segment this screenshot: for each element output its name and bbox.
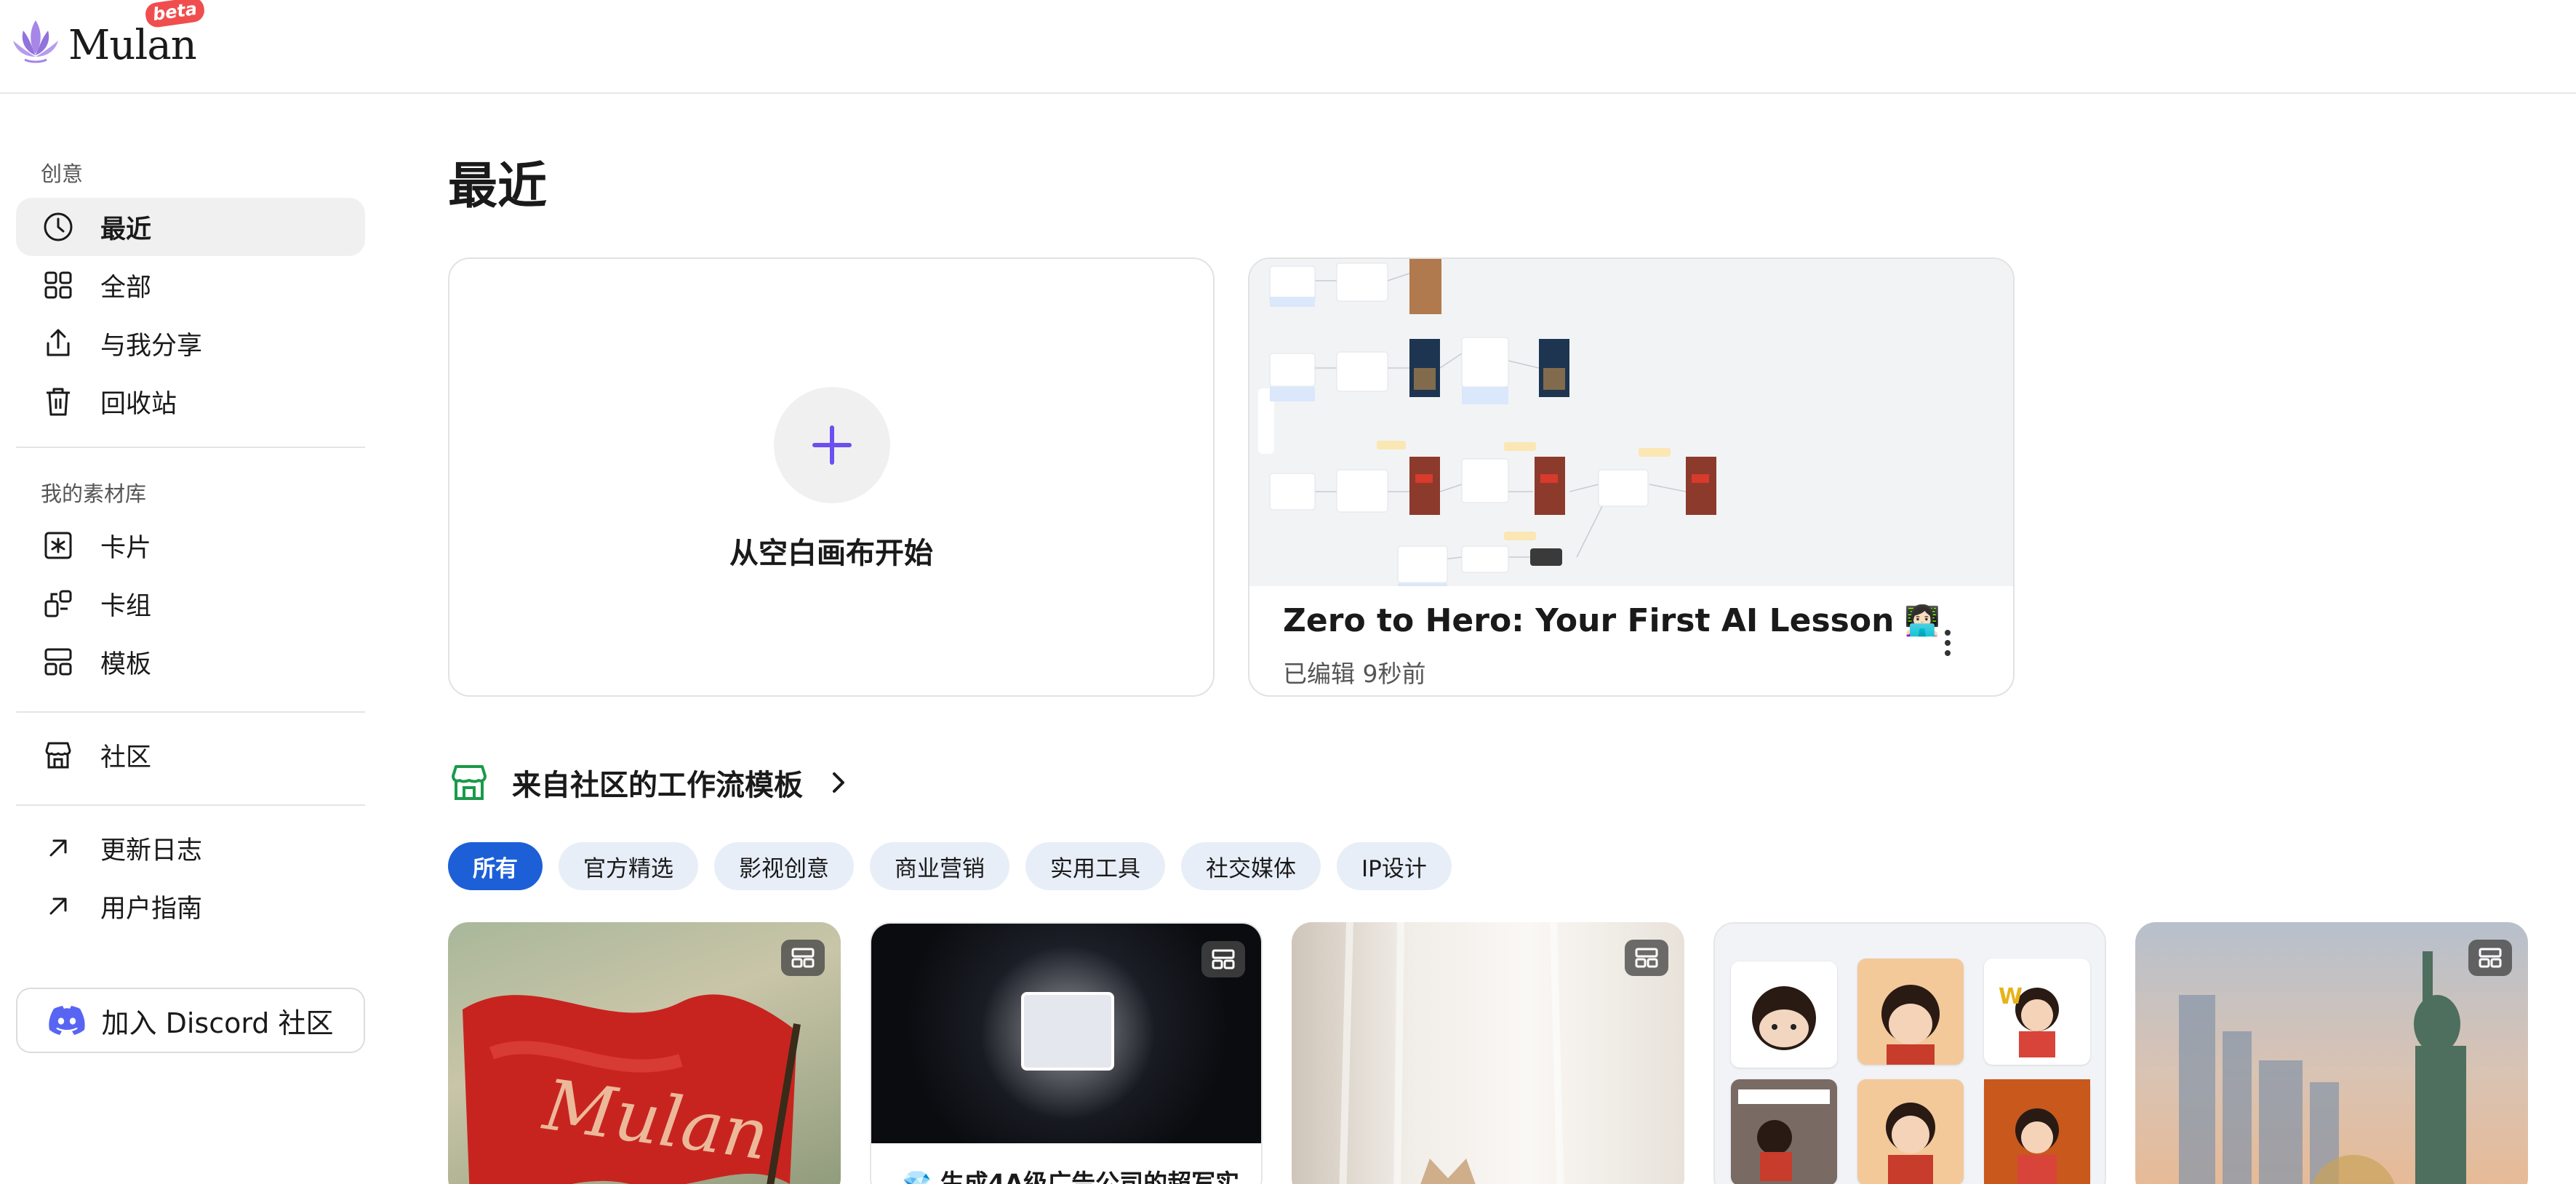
sidebar-item-cards[interactable]: 卡片 [16,516,365,575]
chip-ip-design[interactable]: IP设计 [1337,842,1452,890]
template-card-flag[interactable]: Mulan [448,922,841,1184]
sidebar-divider [16,447,365,448]
template-badge-icon [1201,941,1245,977]
chip-marketing[interactable]: 商业营销 [870,842,1009,890]
template-caption: 💎 生成4A级广告公司的超写实 [902,1169,1240,1184]
project-thumbnail [1249,259,2013,586]
project-title: Zero to Hero: Your First AI Lesson 👩🏻‍💻 [1283,602,1940,639]
sidebar-item-label: 社区 [100,743,152,772]
new-blank-canvas-card[interactable]: 从空白画布开始 [448,257,1215,697]
template-card-comics[interactable]: W [1713,922,2106,1184]
clock-icon [41,209,76,244]
lotus-logo-icon [13,20,58,63]
template-icon [41,644,76,679]
section-label-create: 创意 [41,161,84,186]
project-title-text: Zero to Hero: Your First AI Lesson [1283,602,1895,639]
page-title: 最近 [448,158,548,215]
community-templates-header[interactable]: 来自社区的工作流模板 [448,761,849,804]
sidebar-item-all[interactable]: 全部 [16,256,365,314]
plus-button[interactable] [774,387,890,503]
template-badge-icon [781,940,825,976]
sidebar-item-label: 卡片 [100,533,152,563]
chevron-right-icon [833,772,844,793]
card-asterisk-icon [41,528,76,563]
sidebar-item-label: 更新日志 [100,836,203,865]
sidebar-item-recent[interactable]: 最近 [16,198,365,256]
template-card-statue-of-liberty[interactable] [2135,922,2528,1184]
comic-tile [1984,1079,2090,1184]
discord-button-label: 加入 Discord 社区 [101,1007,334,1039]
sidebar-item-label: 回收站 [100,389,177,419]
comic-tile [1731,961,1837,1068]
discord-icon [48,1006,85,1035]
category-filter-chips: 所有 官方精选 影视创意 商业营销 实用工具 社交媒体 IP设计 [448,842,1452,890]
community-store-icon [452,765,487,800]
workflow-preview-image [1249,259,2013,586]
join-discord-button[interactable]: 加入 Discord 社区 [16,988,365,1053]
arrow-up-right-icon [41,889,76,924]
sidebar-item-trash[interactable]: 回收站 [16,372,365,431]
top-bar: Mulan beta [0,0,2576,94]
more-options-button[interactable] [1933,621,1962,665]
more-vertical-icon [1945,630,1951,656]
app-name: Mulan [68,21,197,69]
project-edited-time: 已编辑 9秒前 [1283,660,1426,688]
sidebar-divider [16,711,365,713]
sidebar-item-shared[interactable]: 与我分享 [16,314,365,372]
comic-tile [1731,1079,1837,1184]
comic-tile [1857,959,1964,1065]
sidebar-divider [16,804,365,806]
sidebar-item-label: 卡组 [100,591,152,621]
chip-all[interactable]: 所有 [448,842,543,890]
card-group-icon [41,586,76,621]
plus-icon [812,425,852,465]
beta-badge: beta [144,0,207,29]
project-card[interactable]: Zero to Hero: Your First AI Lesson 👩🏻‍💻 … [1248,257,2015,697]
sidebar-item-user-guide[interactable]: 用户指南 [16,877,365,935]
sidebar-item-label: 用户指南 [100,894,203,924]
community-section-title: 来自社区的工作流模板 [512,769,803,802]
sidebar: 创意 最近 全部 与我分享 回收站 我的素材库 卡片 卡组 模板 社区 更新日志… [0,95,378,1184]
grid-icon [41,268,76,303]
share-icon [41,326,76,361]
sidebar-item-community[interactable]: 社区 [16,726,365,784]
comic-tile [1857,1079,1964,1184]
template-badge-icon [2468,940,2512,976]
sidebar-item-label: 最近 [100,215,152,244]
template-badge-icon [1625,940,1668,976]
chip-film-creative[interactable]: 影视创意 [714,842,854,890]
chip-tools[interactable]: 实用工具 [1025,842,1165,890]
template-card-ad[interactable]: 💎 生成4A级广告公司的超写实 [870,922,1263,1184]
sidebar-item-label: 与我分享 [100,331,203,361]
store-icon [41,737,76,772]
sidebar-item-changelog[interactable]: 更新日志 [16,819,365,877]
chip-official-picks[interactable]: 官方精选 [559,842,698,890]
template-card-curtain[interactable] [1292,922,1684,1184]
sidebar-item-label: 全部 [100,273,152,303]
sidebar-item-card-groups[interactable]: 卡组 [16,575,365,633]
arrow-up-right-icon [41,831,76,865]
blank-canvas-label: 从空白画布开始 [729,537,933,570]
svg-text:W: W [1999,984,2023,1009]
sidebar-item-templates[interactable]: 模板 [16,633,365,691]
chip-social-media[interactable]: 社交媒体 [1181,842,1321,890]
sidebar-item-label: 模板 [100,649,152,679]
trash-icon [41,384,76,419]
section-label-library: 我的素材库 [41,481,147,506]
comic-tile: W [1984,959,2090,1065]
